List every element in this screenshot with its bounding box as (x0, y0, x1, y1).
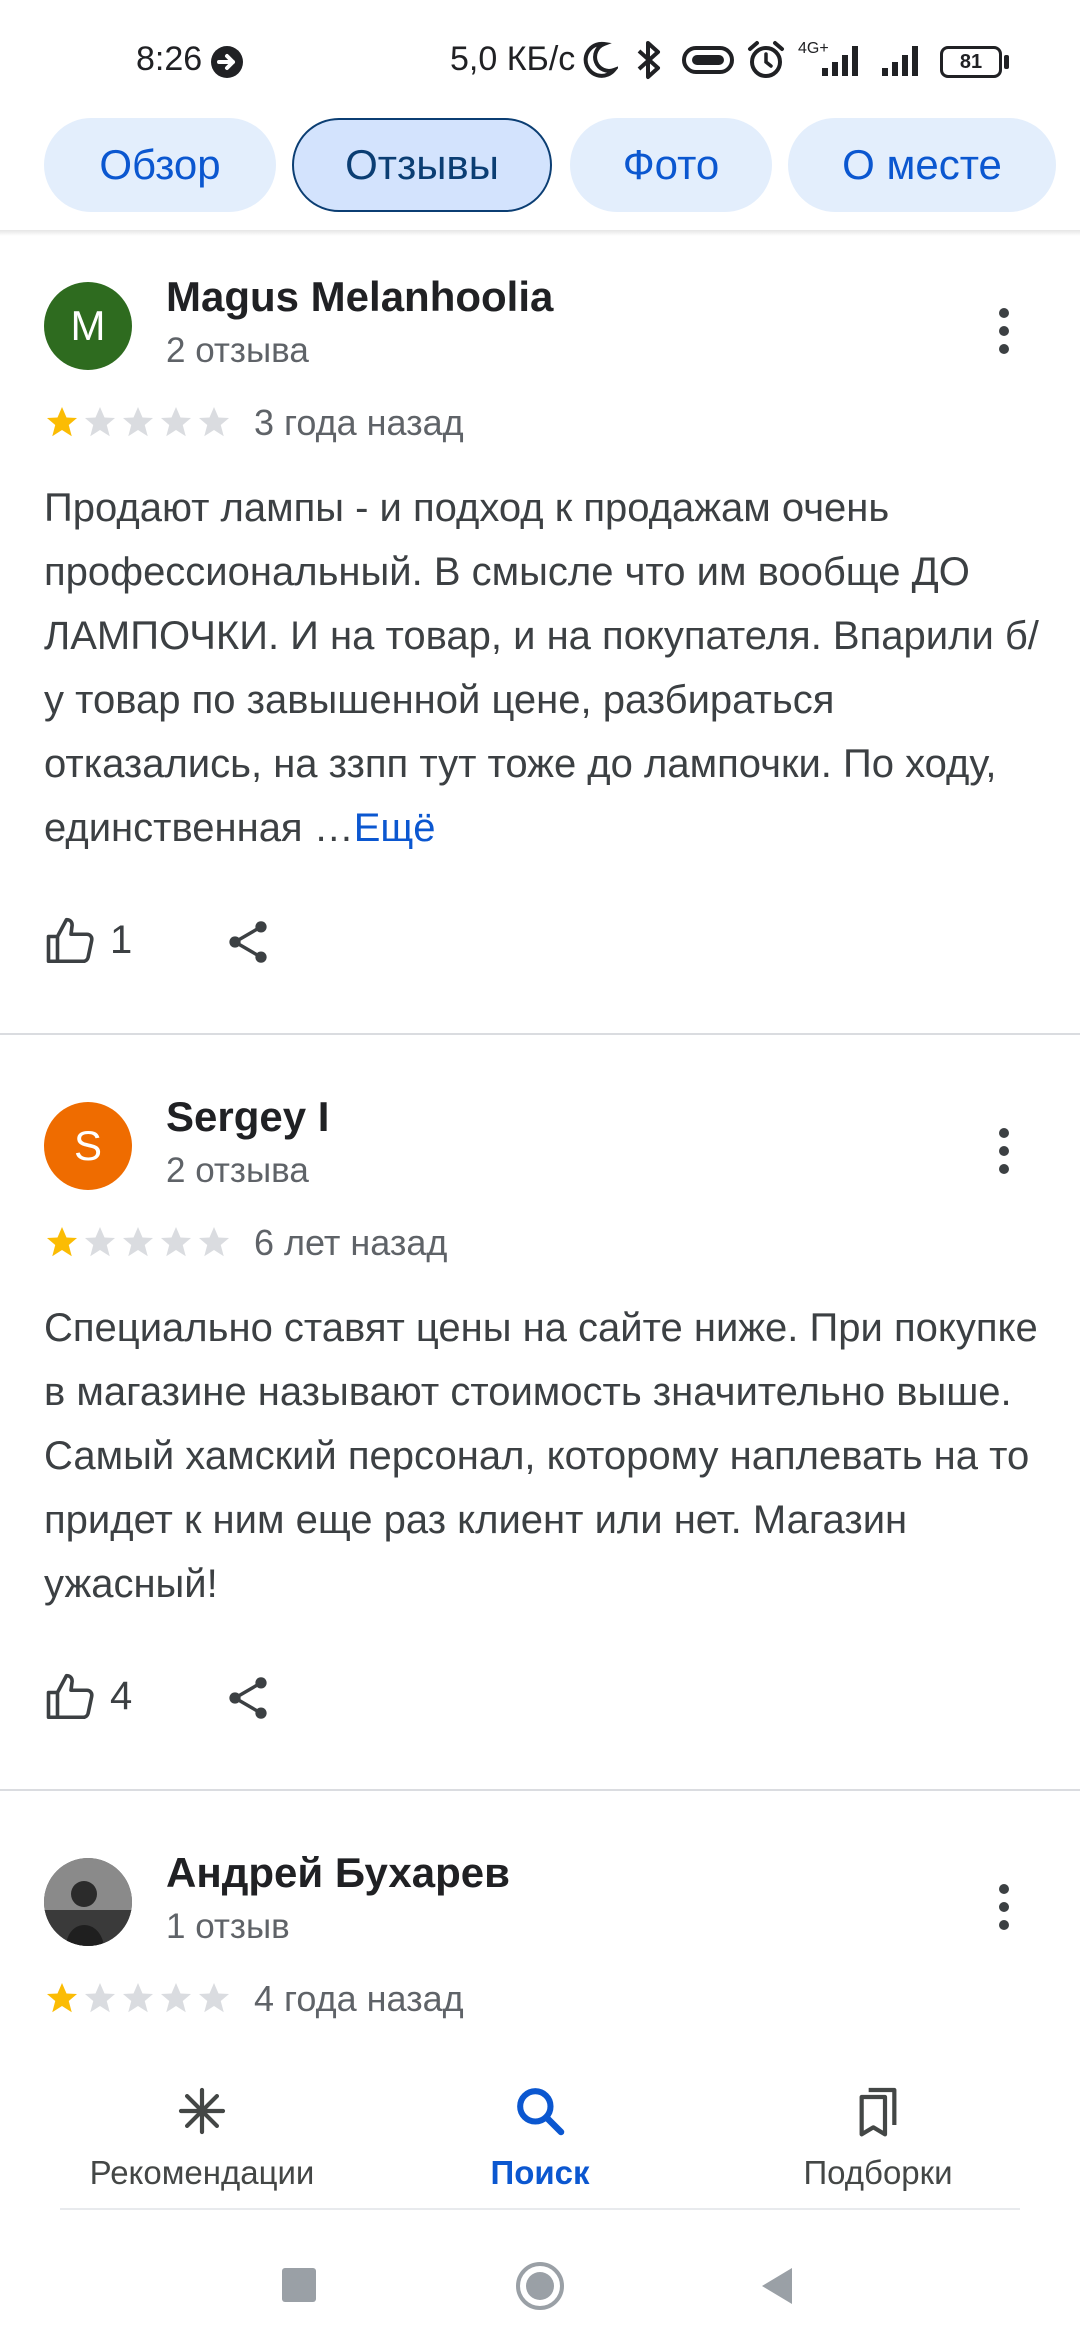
back-triangle-icon (762, 2268, 792, 2304)
status-time: 8:26 (136, 40, 203, 78)
author-review-count: 2 отзыва (166, 1151, 309, 1190)
avatar[interactable]: M (44, 282, 132, 370)
dot (999, 1128, 1009, 1138)
dot (999, 326, 1009, 336)
star-empty-icon (161, 1227, 191, 1257)
bookmarks-icon (859, 2087, 897, 2137)
tab-overview[interactable]: Обзор (44, 118, 276, 212)
more-options-button[interactable] (980, 1866, 1028, 1946)
review-date: 6 лет назад (254, 1222, 448, 1263)
star-empty-icon (123, 1983, 153, 2013)
star-filled-icon (47, 1227, 77, 1257)
review-text: Продают лампы - и подход к продажам очен… (44, 476, 1044, 860)
dot (999, 1902, 1009, 1912)
search-icon (517, 2088, 565, 2136)
tab-about[interactable]: О месте (788, 118, 1056, 212)
star-empty-icon (199, 1227, 229, 1257)
system-navigation-bar (0, 2212, 1080, 2340)
home-button[interactable] (514, 2260, 566, 2312)
share-button[interactable] (222, 1670, 274, 1730)
recent-apps-button[interactable] (282, 2268, 316, 2302)
like-count: 1 (110, 918, 133, 962)
navigation-arrow-icon (211, 46, 243, 78)
more-options-button[interactable] (980, 290, 1028, 370)
bottom-navigation: Рекомендации Поиск Подборки (0, 2058, 1080, 2208)
share-button[interactable] (222, 914, 274, 974)
bluetooth-icon (637, 41, 660, 79)
network-speed: 5,0 КБ/с (450, 40, 576, 78)
star-rating (44, 1224, 234, 1260)
dot (999, 1884, 1009, 1894)
like-button[interactable]: 4 (44, 1670, 144, 1730)
dot (999, 1920, 1009, 1930)
star-empty-icon (85, 407, 115, 437)
tab-photos[interactable]: Фото (570, 118, 772, 212)
star-rating (44, 1980, 234, 2016)
nav-recommendations[interactable]: Рекомендации (52, 2058, 352, 2208)
dot (999, 1146, 1009, 1156)
author-review-count: 1 отзыв (166, 1907, 290, 1946)
read-more-link[interactable]: Ещё (354, 806, 436, 850)
moon-icon (583, 41, 618, 78)
avatar[interactable] (44, 1858, 132, 1946)
review-author[interactable]: Magus Melanhoolia (166, 273, 553, 321)
place-tabs: Обзор Отзывы Фото О месте (0, 118, 1080, 234)
divider (0, 1033, 1080, 1035)
star-rating (44, 404, 234, 440)
dot (999, 1164, 1009, 1174)
signal-icon-2 (882, 46, 918, 76)
nav-divider (60, 2208, 1020, 2210)
like-button[interactable]: 1 (44, 914, 144, 974)
star-empty-icon (85, 1983, 115, 2013)
star-empty-icon (123, 407, 153, 437)
nav-label: Подборки (803, 2154, 953, 2191)
star-empty-icon (199, 407, 229, 437)
more-options-button[interactable] (980, 1110, 1028, 1190)
author-review-count: 2 отзыва (166, 331, 309, 370)
review-author[interactable]: Андрей Бухарев (166, 1849, 510, 1897)
share-icon (229, 921, 267, 963)
vibrate-icon (682, 46, 734, 74)
alarm-icon (748, 41, 784, 78)
star-filled-icon (47, 407, 77, 437)
star-empty-icon (85, 1227, 115, 1257)
avatar-photo (44, 1858, 132, 1946)
sparkle-icon (178, 2087, 226, 2135)
signal-icon (822, 46, 858, 76)
star-empty-icon (199, 1983, 229, 2013)
like-count: 4 (110, 1674, 133, 1718)
star-empty-icon (123, 1227, 153, 1257)
review-date: 4 года назад (254, 1978, 464, 2019)
thumb-up-icon (46, 917, 94, 964)
review-author[interactable]: Sergey I (166, 1093, 329, 1141)
avatar[interactable]: S (44, 1102, 132, 1190)
star-empty-icon (161, 407, 191, 437)
thumb-up-icon (46, 1673, 94, 1720)
dot (999, 344, 1009, 354)
home-circle-icon (516, 2262, 564, 2310)
tab-reviews[interactable]: Отзывы (292, 118, 552, 212)
review-text: Специально ставят цены на сайте ниже. Пр… (44, 1306, 1038, 1606)
nav-search[interactable]: Поиск (390, 2058, 690, 2208)
review-body: Продают лампы - и подход к продажам очен… (44, 486, 1039, 850)
star-empty-icon (161, 1983, 191, 2013)
dot (999, 308, 1009, 318)
nav-label: Рекомендации (89, 2154, 315, 2191)
divider (0, 1789, 1080, 1791)
star-filled-icon (47, 1983, 77, 2013)
battery-indicator: 81 (940, 46, 1002, 78)
share-icon (229, 1677, 267, 1719)
nav-label: Поиск (490, 2154, 590, 2191)
status-bar: 8:26 5,0 КБ/с 4G+ 81 (0, 0, 1080, 120)
battery-tip (1004, 55, 1009, 69)
tabs-shadow (0, 230, 1080, 236)
review-date: 3 года назад (254, 402, 464, 443)
nav-collections[interactable]: Подборки (728, 2058, 1028, 2208)
back-button[interactable] (760, 2266, 794, 2306)
